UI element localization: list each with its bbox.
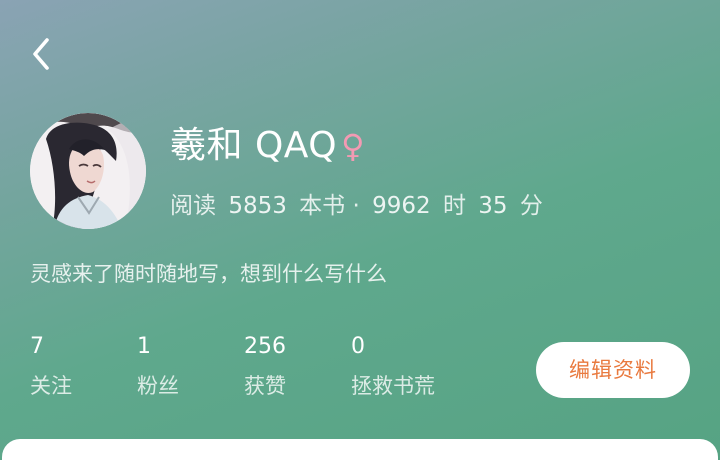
stat-book-rescue[interactable]: 0 拯救书荒 <box>351 331 461 406</box>
books-read-count: 5853 <box>228 193 287 219</box>
stat-likes[interactable]: 256 获赞 <box>244 331 354 406</box>
reading-summary: 阅读 5853 本书 · 9962 时 35 分 <box>170 191 543 221</box>
followers-count: 1 <box>137 334 151 359</box>
female-icon: ♀ <box>341 127 366 165</box>
chevron-left-icon <box>33 38 49 70</box>
profile-name: 羲和 QAQ ♀ <box>170 125 365 167</box>
books-unit: 本书 · <box>299 193 360 219</box>
avatar-image <box>30 113 146 229</box>
followers-label: 粉丝 <box>137 374 179 398</box>
back-button[interactable] <box>24 34 58 74</box>
reading-minutes: 35 <box>478 193 508 219</box>
avatar[interactable] <box>30 113 146 229</box>
minutes-unit: 分 <box>519 193 543 219</box>
stat-following[interactable]: 7 关注 <box>30 331 140 406</box>
stat-followers[interactable]: 1 粉丝 <box>137 331 247 406</box>
book-rescue-label: 拯救书荒 <box>351 374 435 398</box>
likes-count: 256 <box>244 334 286 359</box>
edit-profile-button[interactable]: 编辑资料 <box>536 342 690 398</box>
reading-hours: 9962 <box>372 193 431 219</box>
username-text: 羲和 QAQ <box>170 125 338 166</box>
following-label: 关注 <box>30 374 72 398</box>
reading-prefix: 阅读 <box>170 193 216 219</box>
hours-unit: 时 <box>442 193 466 219</box>
book-rescue-count: 0 <box>351 334 365 359</box>
profile-bio: 灵感来了随时随地写，想到什么写什么 <box>30 262 387 286</box>
following-count: 7 <box>30 334 44 359</box>
content-card <box>2 439 718 460</box>
likes-label: 获赞 <box>244 374 286 398</box>
profile-screen: 羲和 QAQ ♀ 阅读 5853 本书 · 9962 时 35 分 灵感来了随时随… <box>0 0 720 460</box>
